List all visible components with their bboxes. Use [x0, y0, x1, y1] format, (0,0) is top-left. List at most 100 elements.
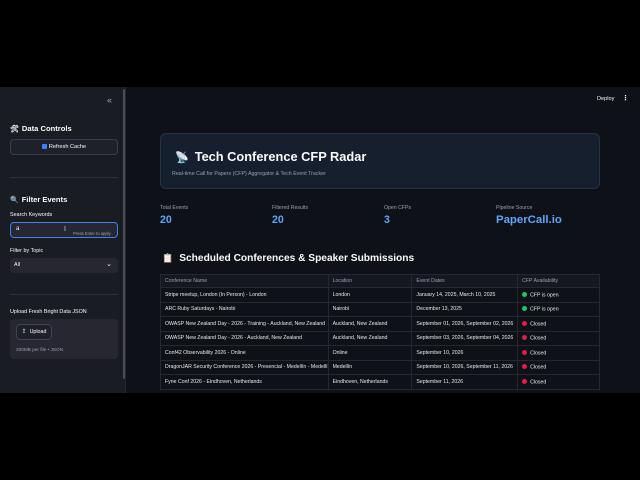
status-text: Closed	[530, 321, 547, 327]
event-dates-cell: January 14, 2025, March 10, 2025	[411, 287, 519, 303]
event-dates-cell: September 03, 2026, September 04, 2026	[411, 330, 519, 346]
event-dates-cell: September 11, 2026	[411, 374, 519, 390]
satellite-icon: 📡	[175, 152, 189, 164]
event-dates-cell: December 13, 2025	[411, 301, 519, 317]
divider	[10, 177, 118, 178]
metric-label: Total Events	[160, 205, 189, 211]
upload-icon: ⇪	[21, 329, 27, 335]
conference-name-cell: DragonJAR Security Conference 2026 - Pre…	[160, 359, 329, 375]
location-cell: Online	[327, 345, 413, 361]
topic-select[interactable]: All ⌄	[10, 258, 118, 273]
sidebar: « 🛠 Data Controls Refresh Cache 🔍 Filter E…	[0, 87, 126, 393]
table-row[interactable]: OWASP New Zealand Day - 2026 - Training …	[160, 316, 600, 332]
table-row[interactable]: Stripe meetup, London (In Person) - Lond…	[160, 287, 600, 303]
upload-label: Upload Fresh Bright Data JSON	[10, 309, 87, 315]
cfp-status-cell: Closed	[517, 316, 600, 332]
hero-banner: 📡 Tech Conference CFP Radar Real-time Cal…	[160, 133, 600, 189]
location-cell: Medellín	[327, 359, 413, 375]
location-cell: Eindhoven, Netherlands	[327, 374, 413, 390]
column-header[interactable]: Location	[327, 274, 413, 288]
search-keywords-input[interactable]: a I Press Enter to apply	[10, 222, 118, 238]
conference-name-cell: Stripe meetup, London (In Person) - Lond…	[160, 287, 329, 303]
cfp-status-cell: CFP is open	[517, 287, 600, 303]
closed-status-icon	[522, 378, 528, 384]
file-dropzone[interactable]: ⇪ Upload 200MB per file • JSON	[10, 319, 118, 359]
data-controls-heading: 🛠 Data Controls	[10, 124, 72, 133]
text-cursor-icon: I	[64, 226, 66, 233]
metric-total-events: Total Events 20	[160, 205, 188, 226]
upload-button[interactable]: ⇪ Upload	[16, 324, 52, 340]
event-dates-cell: September 10, 2026, September 11, 2026	[411, 359, 519, 375]
cfp-status-cell: Closed	[517, 345, 600, 361]
column-header[interactable]: Event Dates	[411, 274, 519, 288]
sidebar-scrollbar[interactable]	[123, 89, 125, 379]
cfp-status-cell: Closed	[517, 330, 600, 346]
closed-status-icon	[522, 349, 528, 355]
clipboard-icon: 📋	[162, 253, 174, 263]
table-row[interactable]: ARC Ruby Saturdays - Nairobi Nairobi Decem…	[160, 301, 600, 317]
conference-name-cell: Fyne Conf 2026 - Eindhoven, Netherlands	[160, 374, 329, 390]
app-window: « 🛠 Data Controls Refresh Cache 🔍 Filter E…	[0, 87, 640, 393]
topic-select-value: All	[14, 262, 20, 268]
status-text: Closed	[530, 335, 547, 342]
cfp-status-cell: CFP is open	[517, 301, 600, 317]
metric-label: Pipeline Source	[496, 205, 533, 211]
status-text: Closed	[530, 350, 547, 356]
column-header[interactable]: Conference Name	[160, 274, 329, 288]
divider	[10, 294, 118, 295]
closed-status-icon	[522, 364, 528, 369]
section-title: 📋 Scheduled Conferences & Speaker Submiss…	[162, 253, 415, 264]
status-text: Closed	[530, 379, 547, 385]
table-row[interactable]: DragonJAR Security Conference 2026 - Pre…	[160, 359, 600, 375]
conferences-table[interactable]: Conference Name Location Event Dates CFP…	[160, 274, 600, 390]
metric-value: 3	[384, 214, 390, 226]
metric-label: Open CFPs	[384, 205, 412, 211]
metric-filtered-results: Filtered Results 20	[272, 205, 308, 226]
page-subtitle: Real-time Call for Papers (CFP) Aggregat…	[172, 171, 326, 177]
magnifier-icon: 🔍	[10, 197, 19, 204]
event-dates-cell: September 01, 2026, September 02, 2026	[411, 316, 519, 332]
metric-pipeline-source: Pipeline Source PaperCall.io	[496, 205, 562, 226]
status-text: CFP is open	[530, 292, 559, 298]
search-hint: Press Enter to apply	[73, 231, 111, 236]
table-header-row: Conference Name Location Event Dates CFP…	[160, 274, 600, 288]
status-text: Closed	[530, 364, 547, 371]
location-cell: London	[327, 287, 413, 303]
column-header[interactable]: CFP Availability	[517, 274, 600, 288]
conference-name-cell: ARC Ruby Saturdays - Nairobi	[160, 301, 329, 317]
cfp-status-cell: Closed	[517, 374, 600, 390]
location-cell: Auckland, New Zealand	[327, 330, 413, 346]
tools-icon: 🛠	[10, 126, 19, 133]
table-row[interactable]: OWASP New Zealand Day - 2026 - Auckland,…	[160, 330, 600, 346]
table-row[interactable]: Conf42 Observability 2026 - Online Online…	[160, 345, 600, 361]
metric-open-cfps: Open CFPs 3	[384, 205, 411, 226]
filter-events-heading: 🔍 Filter Events	[10, 195, 68, 204]
page-title: 📡 Tech Conference CFP Radar	[175, 149, 367, 164]
conference-name-cell: OWASP New Zealand Day - 2026 - Training …	[160, 316, 329, 332]
collapse-sidebar-icon[interactable]: «	[107, 95, 112, 105]
filter-by-topic-label: Filter by Topic	[10, 248, 44, 254]
event-dates-cell: September 10, 2026	[411, 345, 519, 361]
refresh-icon	[41, 143, 47, 149]
metric-value: 20	[272, 214, 284, 226]
table-row[interactable]: Fyne Conf 2026 - Eindhoven, Netherlands E…	[160, 374, 600, 390]
location-cell: Auckland, New Zealand	[327, 316, 413, 332]
closed-status-icon	[522, 320, 528, 326]
location-cell: Nairobi	[327, 301, 413, 317]
closed-status-icon	[522, 335, 528, 340]
metric-value: PaperCall.io	[496, 214, 562, 226]
search-value: a	[16, 226, 20, 232]
deploy-button[interactable]: Deploy	[597, 96, 614, 102]
metric-value: 20	[160, 214, 172, 226]
conference-name-cell: OWASP New Zealand Day - 2026 - Auckland,…	[160, 330, 329, 346]
open-status-icon	[522, 306, 528, 311]
refresh-cache-button[interactable]: Refresh Cache	[10, 139, 118, 155]
upload-note: 200MB per file • JSON	[16, 347, 63, 352]
search-keywords-label: Search Keywords	[10, 212, 53, 218]
conference-name-cell: Conf42 Observability 2026 - Online	[160, 345, 329, 361]
cfp-status-cell: Closed	[517, 359, 600, 375]
main-menu-icon[interactable]: ⋮	[622, 94, 629, 102]
open-status-icon	[522, 291, 528, 297]
metric-label: Filtered Results	[272, 205, 309, 211]
chevron-down-icon: ⌄	[106, 261, 112, 268]
